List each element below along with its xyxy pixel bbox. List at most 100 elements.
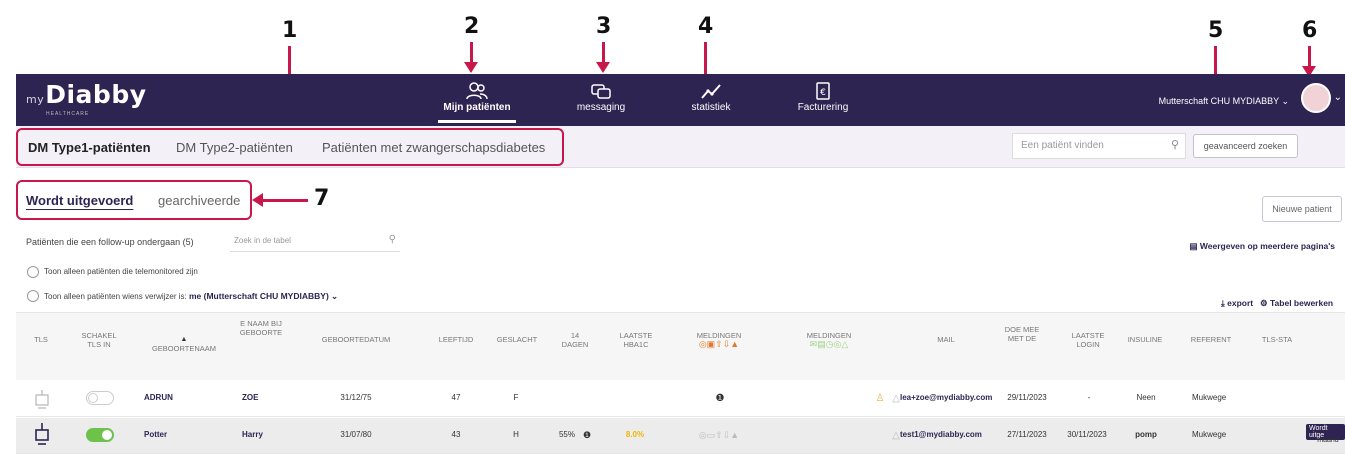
annotation-arrowhead-7 [252,193,263,207]
column-last-hba1c[interactable]: LAATSTE HBA1C [616,331,656,349]
nav-my-patients[interactable]: Mijn patiënten [422,80,532,123]
search-icon: ⚲ [388,234,396,245]
annotation-2: 2 [464,14,480,39]
annotation-5: 5 [1208,18,1224,43]
new-patient-button[interactable]: Nieuwe patient [1262,196,1342,222]
cell-dob: 31/07/80 [340,430,372,439]
column-age[interactable]: LEEFTIJD [436,335,476,344]
column-mail[interactable]: MAIL [916,335,976,344]
column-birthname[interactable]: ▲ GEBOORTENAAM [144,335,224,353]
cell-hba1c: 8.0% [625,430,645,439]
edit-table-button[interactable]: ⚙ Tabel bewerken [1260,298,1333,309]
nav-label: Facturering [797,102,849,113]
column-switch-tls[interactable]: SCHAKEL TLS IN [76,331,122,349]
cell-referent: Mukwege [1192,393,1227,402]
column-last-login[interactable]: LAATSTE LOGIN [1068,331,1108,349]
top-navbar: myDiabby HEALTHCARE Mijn patiënten messa… [16,74,1345,126]
cell-mail[interactable]: test1@mydiabby.com [900,430,1010,439]
messages-icon [591,84,611,99]
annotation-arrow-6 [1302,46,1316,77]
table-row[interactable]: Potter Harry 31/07/80 43 H 55% ❶ 8.0% ◎▭… [16,418,1345,454]
export-button[interactable]: ⤓ export [1221,298,1253,309]
column-joined[interactable]: DOE MEE MET DE [1002,325,1042,343]
column-name-at-birth[interactable]: E NAAM BIJ GEBOORTE [236,319,286,337]
referrer-radio[interactable] [27,290,39,302]
cell-last-login: - [1087,393,1091,402]
annotation-4: 4 [698,14,714,39]
device-icon [35,390,49,409]
cell-mail[interactable]: lea+zoe@mydiabby.com [900,393,1010,402]
cell-joined: 27/11/2023 [1007,430,1047,439]
column-tls-status[interactable]: TLS-STA [1252,335,1302,344]
info-icon[interactable]: ❶ [710,393,730,404]
referrer-value[interactable]: me (Mutterschaft CHU MYDIABBY) [189,291,329,301]
cell-joined: 29/11/2023 [1007,393,1047,402]
alert-icons: ◎▣⇧⇩▲ [698,339,740,349]
column-alerts-2[interactable]: MELDINGEN ✉▤◷◎△ [792,331,866,349]
device-icon [35,423,49,445]
logo[interactable]: myDiabby [26,80,147,109]
nav-label: statistiek [691,102,731,113]
annotation-1: 1 [282,18,298,43]
cell-last-login: 30/11/2023 [1067,430,1107,439]
patients-icon [466,82,488,100]
annotation-box-7 [16,180,252,220]
cell-firstname[interactable]: Harry [242,430,282,439]
nav-label: messaging [576,102,626,113]
sort-up-icon: ▲ [180,336,188,343]
followup-count: Patiënten die een follow-up ondergaan (5… [26,237,194,247]
cell-14-days: 55% [558,430,575,439]
cell-referent: Mukwege [1192,430,1227,439]
annotation-box-1 [16,128,564,166]
column-sex[interactable]: GESLACHT [494,335,540,344]
tls-toggle[interactable] [86,428,114,442]
svg-text:€: € [820,88,826,98]
column-referent[interactable]: REFERENT [1186,335,1236,344]
user-avatar[interactable] [1301,83,1331,113]
patient-search-input[interactable]: Een patiënt vinden ⚲ [1012,133,1186,159]
billing-icon: € [816,82,830,100]
cell-insulin: pomp [1135,430,1157,439]
cell-insulin: Neen [1136,393,1156,402]
cell-lastname[interactable]: ADRUN [144,393,184,402]
cell-dob: 31/12/75 [340,393,372,402]
nav-statistics[interactable]: statistiek [656,80,766,113]
chevron-down-icon[interactable]: ⌄ [331,291,338,301]
cell-sex: F [513,393,519,402]
user-menu[interactable]: Mutterschaft CHU MYDIABBY ⌄ [1159,96,1289,107]
nav-label: Mijn patiënten [443,102,511,113]
referrer-label: Toon alleen patiënten wiens verwijzer is… [44,291,339,301]
annotation-arrow-2 [464,42,478,73]
alert-icons: ✉▤◷◎△ [809,339,849,349]
nav-messaging[interactable]: messaging [546,80,656,113]
nav-billing[interactable]: € Facturering [768,80,878,113]
annotation-arrow-3 [596,42,610,73]
annotation-7: 7 [314,186,330,211]
chevron-down-icon[interactable]: ⌄ [1334,92,1342,103]
info-icon[interactable]: ❶ [582,430,592,441]
cell-firstname[interactable]: ZOE [242,393,282,402]
table-row[interactable]: ADRUN ZOE 31/12/75 47 F ❶ ♙ △ lea+zoe@my… [16,381,1345,417]
annotation-3: 3 [596,14,612,39]
cell-lastname[interactable]: Potter [144,430,184,439]
column-alerts-1[interactable]: MELDINGEN ◎▣⇧⇩▲ [682,331,756,349]
chart-icon [701,84,721,99]
telemonitored-radio[interactable] [27,266,39,278]
logo-subtitle: HEALTHCARE [46,111,90,117]
multipage-link[interactable]: ▤ Weergeven op meerdere pagina's [1190,241,1336,252]
status-period: maand [1317,437,1339,444]
list-icon: ▤ [1189,241,1200,251]
telemonitored-label: Toon alleen patiënten die telemonitored … [44,267,198,276]
table-search-input[interactable]: Zoek in de tabel ⚲ [230,232,400,252]
column-insulin[interactable]: INSULINE [1122,335,1168,344]
column-tls[interactable]: TLS [26,335,56,344]
tls-toggle[interactable] [86,391,114,405]
advanced-search-button[interactable]: geavanceerd zoeken [1193,134,1298,158]
annotation-arrow-7 [256,199,308,202]
cell-age: 47 [451,393,461,402]
cell-sex: H [513,430,519,439]
column-birthdate[interactable]: GEBOORTEDATUM [316,335,396,344]
search-icon: ⚲ [1170,139,1179,151]
column-14-days[interactable]: 14 DAGEN [560,331,590,349]
annotation-6: 6 [1302,18,1318,43]
